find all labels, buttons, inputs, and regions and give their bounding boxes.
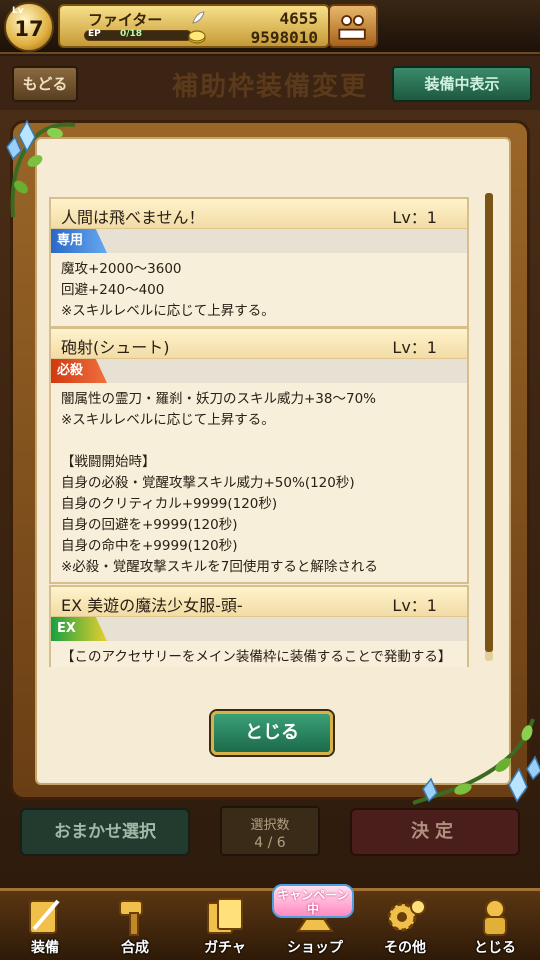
campaign-badge[interactable]: キャンペーン中 bbox=[272, 884, 354, 918]
skill-card-1: 人間は飛べません！ Lv：1 専用 魔攻+2000～3600 回避+240～40… bbox=[49, 197, 469, 328]
selection-count-label: 選択数 bbox=[250, 818, 290, 833]
skill-card-header: 砲射(シュート) Lv：1 bbox=[51, 329, 467, 359]
scrollbar[interactable] bbox=[485, 193, 493, 661]
skill-line: 自身の回避を+9999(120秒) bbox=[61, 517, 238, 533]
skill-line bbox=[61, 431, 457, 452]
player-panel: ファイター EP 0/18 4655 9598010 bbox=[58, 4, 330, 48]
nav-label: その他 bbox=[384, 940, 426, 956]
nav-item-other[interactable]: その他 bbox=[360, 891, 450, 960]
stone-icon bbox=[192, 11, 205, 24]
auto-select-button[interactable]: おまかせ選択 bbox=[20, 808, 190, 856]
show-equipped-button[interactable]: 装備中表示 bbox=[392, 66, 532, 102]
nav-label: ショップ bbox=[287, 940, 343, 956]
nav-label: 合成 bbox=[121, 940, 149, 956]
bottom-nav: 装備 合成 ガチャ ショップ その他 とじる bbox=[0, 888, 540, 960]
sword-icon bbox=[29, 899, 60, 934]
selection-count: 選択数 4 / 6 bbox=[220, 806, 320, 856]
skill-level: Lv：1 bbox=[392, 338, 437, 357]
skill-line: 闇属性の霊刀・羅刹・妖刀のスキル威力+38～70% bbox=[61, 391, 376, 407]
gacha-card-icon bbox=[207, 898, 243, 934]
nav-label: 装備 bbox=[31, 940, 59, 956]
skill-line: 自身の必殺・覚醒攻撃スキル威力+50%(120秒) bbox=[61, 475, 355, 491]
decide-button[interactable]: 決定 bbox=[350, 808, 520, 856]
skill-line: 【戦闘開始時】 bbox=[61, 454, 156, 470]
ep-value: 0/18 bbox=[120, 29, 143, 39]
skill-level: Lv：1 bbox=[392, 208, 437, 227]
page-title: 補助枠装備変更 bbox=[171, 72, 368, 102]
skill-line: 【このアクセサリーをメイン装備枠に装備することで発動する】 bbox=[61, 649, 452, 665]
skill-line: ※スキルレベルに応じて上昇する。 bbox=[61, 412, 275, 428]
gold-count: 9598010 bbox=[250, 28, 318, 47]
selection-count-value: 4 / 6 bbox=[254, 835, 286, 851]
level-tag: Lv bbox=[12, 6, 24, 16]
golden-idol-icon bbox=[483, 899, 507, 936]
nav-label: ガチャ bbox=[204, 940, 246, 956]
skill-description: 闇属性の霊刀・羅刹・妖刀のスキル威力+38～70% ※スキルレベルに応じて上昇す… bbox=[51, 383, 467, 582]
skill-description: 魔攻+2000～3600 回避+240～400 ※スキルレベルに応じて上昇する。 bbox=[51, 253, 467, 326]
back-button[interactable]: もどる bbox=[12, 66, 78, 102]
skill-detail-modal: 人間は飛べません！ Lv：1 専用 魔攻+2000～3600 回避+240～40… bbox=[6, 119, 540, 805]
level-badge: Lv 17 bbox=[4, 2, 54, 52]
nav-item-close[interactable]: とじる bbox=[450, 891, 540, 960]
profile-book-button[interactable] bbox=[328, 4, 378, 48]
skill-line: 自身のクリティカル+9999(120秒) bbox=[61, 496, 278, 512]
skill-tag-row: EX bbox=[51, 617, 467, 641]
gold-icon bbox=[188, 30, 206, 44]
nav-item-synthesis[interactable]: 合成 bbox=[90, 891, 180, 960]
header: もどる 補助枠装備変更 装備中表示 bbox=[0, 56, 540, 110]
nav-item-equipment[interactable]: 装備 bbox=[0, 891, 90, 960]
skill-card-2: 砲射(シュート) Lv：1 必殺 闇属性の霊刀・羅刹・妖刀のスキル威力+38～7… bbox=[49, 327, 469, 584]
skill-card-header: EX 美遊の魔法少女服-頭- Lv：1 bbox=[51, 587, 467, 617]
vine-decoration-bottom-right-icon bbox=[412, 718, 540, 805]
skill-name: 砲射(シュート) bbox=[61, 338, 170, 357]
skill-tag: 必殺 bbox=[51, 359, 107, 383]
nav-item-gacha[interactable]: ガチャ bbox=[180, 891, 270, 960]
book-icon bbox=[338, 15, 366, 40]
skill-line: ※スキルレベルに応じて上昇する。 bbox=[61, 303, 275, 319]
skill-tag: 専用 bbox=[51, 229, 107, 253]
skill-line: 魔攻+2000～3600 bbox=[61, 261, 182, 277]
hammer-icon bbox=[119, 900, 143, 936]
skill-card-3: EX 美遊の魔法少女服-頭- Lv：1 EX 【このアクセサリーをメイン装備枠に… bbox=[49, 585, 469, 667]
close-button[interactable]: とじる bbox=[211, 711, 333, 755]
skill-tag-row: 専用 bbox=[51, 229, 467, 253]
skill-tag: EX bbox=[51, 617, 107, 641]
player-name: ファイター bbox=[88, 11, 163, 29]
gears-icon bbox=[387, 899, 426, 932]
level-value: 17 bbox=[14, 17, 44, 41]
skill-card-header: 人間は飛べません！ Lv：1 bbox=[51, 199, 467, 229]
skill-name: 人間は飛べません！ bbox=[61, 208, 205, 227]
ep-label: EP bbox=[88, 29, 101, 39]
skill-line: ※必殺・覚醒攻撃スキルを7回使用すると解除される bbox=[61, 559, 378, 575]
scrollbar-thumb[interactable] bbox=[485, 193, 493, 652]
status-bar: Lv 17 ファイター EP 0/18 4655 9598010 bbox=[0, 0, 540, 54]
skill-description: 【このアクセサリーをメイン装備枠に装備することで発動する】 bbox=[51, 641, 467, 667]
skill-tag-row: 必殺 bbox=[51, 359, 467, 383]
nav-label: とじる bbox=[474, 940, 516, 956]
stone-count: 4655 bbox=[279, 9, 318, 28]
skill-level: Lv：1 bbox=[392, 596, 437, 615]
skill-list[interactable]: 人間は飛べません！ Lv：1 専用 魔攻+2000～3600 回避+240～40… bbox=[49, 181, 481, 667]
skill-line: 回避+240～400 bbox=[61, 282, 165, 298]
skill-name: EX 美遊の魔法少女服-頭- bbox=[61, 596, 243, 615]
skill-line: 自身の命中を+9999(120秒) bbox=[61, 538, 238, 554]
